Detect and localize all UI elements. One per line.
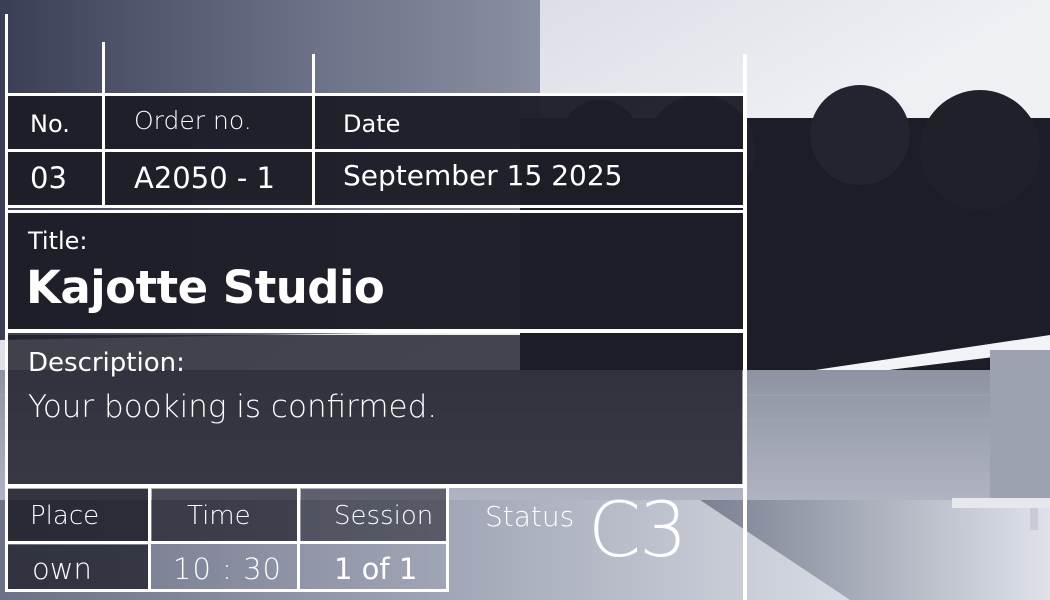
session-value: 1 of 1 bbox=[334, 552, 418, 586]
vline-time-session bbox=[297, 488, 300, 592]
vline-left bbox=[5, 14, 8, 592]
order-label: Order no. bbox=[134, 105, 252, 135]
date-value: September 15 2025 bbox=[343, 158, 623, 192]
vline-place-time bbox=[148, 488, 151, 592]
hline-header-bottom bbox=[5, 205, 747, 208]
hline-title-bottom bbox=[5, 329, 744, 333]
hline-bottom-end bbox=[5, 589, 448, 592]
vline-order-date bbox=[312, 54, 315, 206]
time-label: Time bbox=[187, 501, 251, 531]
hline-header-top bbox=[5, 93, 747, 96]
no-label: No. bbox=[30, 110, 70, 138]
vline-no-order bbox=[102, 42, 105, 206]
description-label: Description: bbox=[28, 348, 185, 378]
status-value: C3 bbox=[588, 485, 687, 574]
vline-session-status bbox=[446, 488, 449, 592]
hline-bottom-mid bbox=[5, 541, 448, 544]
title-label: Title: bbox=[28, 227, 88, 255]
status-label: Status bbox=[485, 499, 575, 533]
order-value: A2050 - 1 bbox=[134, 161, 275, 195]
place-label: Place bbox=[30, 501, 100, 531]
date-label: Date bbox=[343, 110, 401, 138]
place-value: own bbox=[32, 552, 92, 586]
title-value: Kajotte Studio bbox=[26, 260, 385, 314]
vline-right bbox=[743, 54, 747, 600]
no-value: 03 bbox=[30, 161, 67, 195]
time-value: 10 : 30 bbox=[173, 552, 283, 586]
description-value: Your booking is confirmed. bbox=[28, 389, 438, 425]
session-label: Session bbox=[334, 501, 434, 531]
hline-title-top bbox=[5, 210, 744, 213]
hline-header-mid bbox=[5, 149, 747, 152]
